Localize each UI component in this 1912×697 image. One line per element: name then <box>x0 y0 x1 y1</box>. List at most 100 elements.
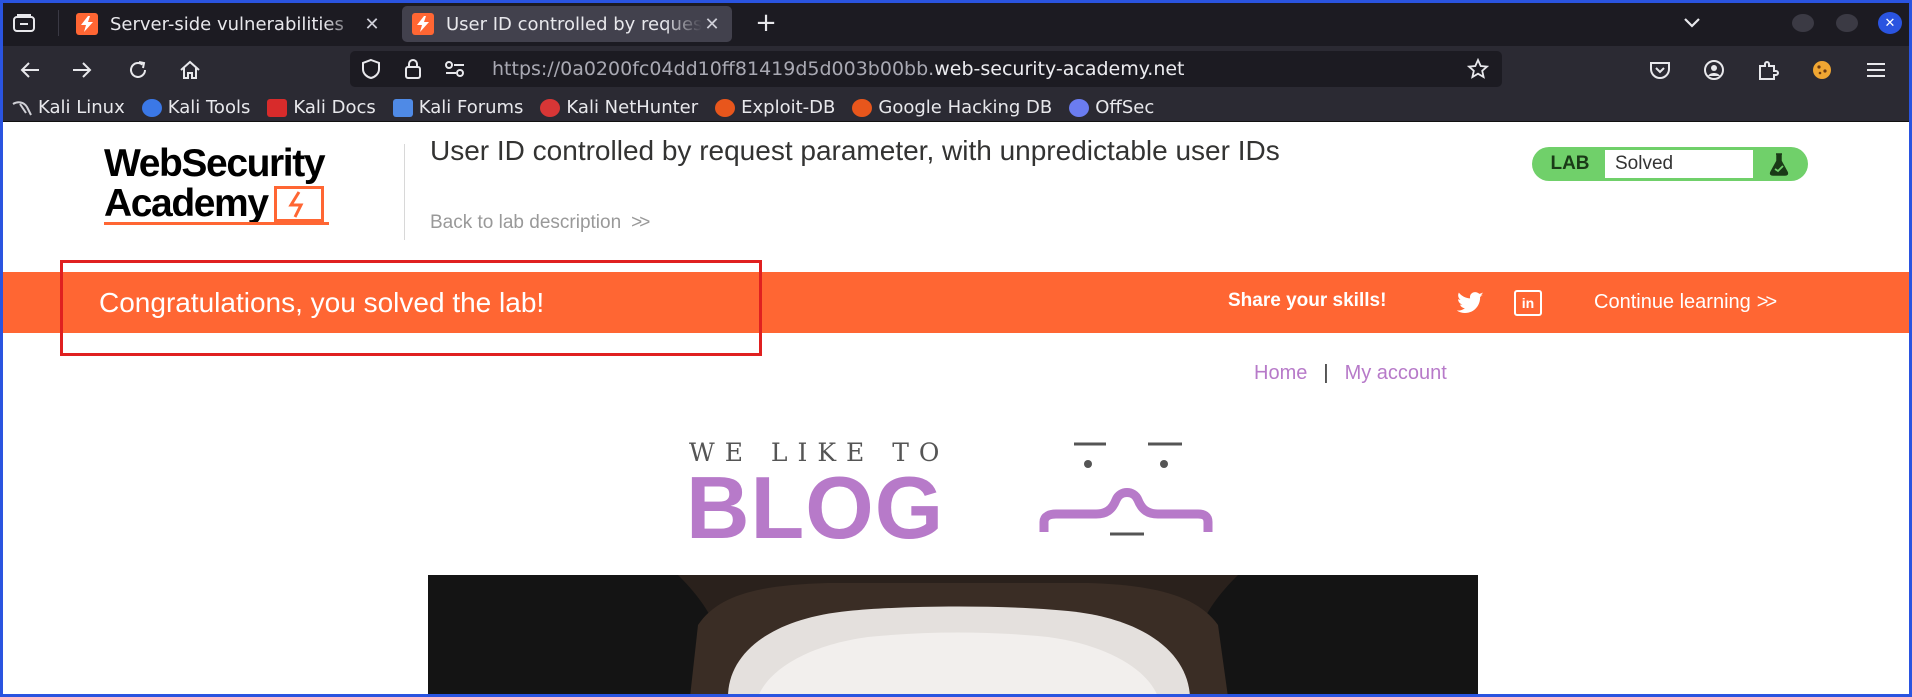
kali-nethunter-icon <box>540 98 561 117</box>
star-icon <box>1467 58 1489 79</box>
double-chevron-right-icon: >> <box>631 212 650 233</box>
bookmark-kali-tools[interactable]: Kali Tools <box>141 97 251 118</box>
kali-dragon-icon <box>12 99 32 117</box>
tab-server-side-vulnerabilities[interactable]: Server-side vulnerabilities ✕ <box>66 6 392 42</box>
forward-button[interactable] <box>66 54 98 86</box>
browser-tab-bar: Server-side vulnerabilities ✕ User ID co… <box>0 0 1912 46</box>
bookmark-kali-linux[interactable]: Kali Linux <box>12 97 125 118</box>
tab-title: User ID controlled by request parameter,… <box>446 13 702 35</box>
share-skills-label: Share your skills! <box>1228 290 1387 311</box>
lab-header: WebSecurity Academy User ID controlled b… <box>0 122 1912 272</box>
close-icon: ✕ <box>1884 15 1896 31</box>
continue-learning-link[interactable]: Continue learning >> <box>1594 291 1777 314</box>
close-tab-icon[interactable]: ✕ <box>362 14 382 35</box>
logo-line-2: Academy <box>104 182 269 225</box>
address-bar[interactable]: https://0a0200fc04dd10ff81419d5d003b00bb… <box>350 51 1502 87</box>
pocket-icon <box>1650 62 1670 79</box>
bookmark-exploit-db[interactable]: Exploit-DB <box>715 97 835 118</box>
bookmark-kali-forums[interactable]: Kali Forums <box>392 97 524 118</box>
url-prefix: https://0a0200fc04dd10ff81419d5d003b00bb… <box>492 58 935 80</box>
back-to-lab-description-link[interactable]: Back to lab description >> <box>430 212 650 234</box>
lab-status-text: Solved <box>1605 150 1753 178</box>
highlight-annotation-box <box>60 260 762 356</box>
twitter-share-icon[interactable] <box>1456 290 1486 316</box>
blog-wordmark: BLOG <box>686 458 945 557</box>
ghdb-icon <box>852 98 873 117</box>
bookmark-label: Kali Tools <box>167 97 251 118</box>
bookmark-offsec[interactable]: OffSec <box>1069 97 1154 118</box>
bookmark-kali-nethunter[interactable]: Kali NetHunter <box>540 97 698 118</box>
puzzle-icon <box>1759 61 1779 80</box>
header-divider <box>404 144 405 240</box>
bookmark-google-hacking-db[interactable]: Google Hacking DB <box>852 97 1052 118</box>
reload-button[interactable] <box>122 54 154 86</box>
chevron-down-icon <box>1684 18 1700 28</box>
tab-title: Server-side vulnerabilities <box>110 13 344 35</box>
reload-icon <box>130 61 146 78</box>
bookmark-kali-docs[interactable]: Kali Docs <box>267 97 376 118</box>
bookmark-label: Kali Forums <box>418 97 524 118</box>
arrow-right-icon <box>73 62 92 78</box>
minimize-window-button[interactable] <box>1792 14 1814 32</box>
bookmark-label: Google Hacking DB <box>878 97 1053 118</box>
site-permissions-icon[interactable] <box>434 51 476 87</box>
bookmark-star-button[interactable] <box>1464 55 1492 83</box>
continue-learning-label: Continue learning <box>1594 291 1751 313</box>
logo-line-1: WebSecurity <box>104 142 326 185</box>
hamburger-menu-icon <box>1867 63 1885 77</box>
account-button[interactable] <box>1698 54 1730 86</box>
portrait-photo <box>428 575 1478 697</box>
web-security-academy-logo[interactable]: WebSecurity Academy <box>104 142 404 225</box>
tracking-protection-icon[interactable] <box>350 51 392 87</box>
back-button[interactable] <box>14 54 46 86</box>
close-window-button[interactable]: ✕ <box>1878 12 1902 34</box>
linkedin-glyph: in <box>1521 295 1535 311</box>
extensions-button[interactable] <box>1752 54 1784 86</box>
exploit-db-icon <box>715 98 736 117</box>
close-tab-icon[interactable]: ✕ <box>702 14 722 35</box>
bookmark-label: Kali NetHunter <box>566 97 699 118</box>
blog-navigation: Home | My account <box>1254 362 1447 385</box>
lab-status-badge: LAB Solved <box>1532 147 1808 181</box>
blog-post-hero-image[interactable] <box>428 575 1478 697</box>
tab-overview-icon <box>13 14 35 32</box>
browser-navigation-bar: https://0a0200fc04dd10ff81419d5d003b00bb… <box>0 46 1912 94</box>
new-tab-button[interactable]: + <box>750 8 782 40</box>
home-link[interactable]: Home <box>1254 362 1307 385</box>
pocket-button[interactable] <box>1644 54 1676 86</box>
list-all-tabs-button[interactable] <box>1672 8 1712 38</box>
logo-underline <box>104 222 329 225</box>
tab-user-id-lab[interactable]: User ID controlled by request parameter,… <box>402 6 732 42</box>
nav-separator: | <box>1323 362 1329 384</box>
lab-badge-label: LAB <box>1550 153 1590 174</box>
bookmark-label: Kali Linux <box>38 97 125 118</box>
burp-favicon-icon <box>412 13 434 35</box>
home-button[interactable] <box>174 54 206 86</box>
logo-line-2-wrapper: Academy <box>104 184 404 224</box>
tab-overview-button[interactable] <box>10 10 38 36</box>
offsec-icon <box>1069 98 1090 117</box>
tab-separator <box>58 10 59 36</box>
burp-favicon-icon <box>76 13 98 35</box>
arrow-left-icon <box>20 62 39 78</box>
maximize-window-button[interactable] <box>1836 14 1858 32</box>
lock-icon[interactable] <box>392 51 434 87</box>
linkedin-share-icon[interactable]: in <box>1514 290 1542 316</box>
bookmark-label: Exploit-DB <box>741 97 836 118</box>
we-like-to-blog-logo: WE LIKE TO BLOG <box>686 438 1226 552</box>
kali-tools-icon <box>141 98 162 117</box>
double-chevron-right-icon: >> <box>1756 291 1777 313</box>
url-text: https://0a0200fc04dd10ff81419d5d003b00bb… <box>492 58 1185 80</box>
home-icon <box>180 60 200 79</box>
bookmark-label: Kali Docs <box>293 97 376 118</box>
logo-bolt-icon <box>273 186 324 222</box>
url-domain: web-security-academy.net <box>934 58 1185 80</box>
kali-forums-icon <box>392 98 413 117</box>
extension-cookie-button[interactable] <box>1806 54 1838 86</box>
bookmark-label: OffSec <box>1095 97 1155 118</box>
my-account-link[interactable]: My account <box>1345 362 1447 385</box>
back-link-label: Back to lab description <box>430 212 622 233</box>
application-menu-button[interactable] <box>1860 54 1892 86</box>
bookmarks-toolbar: Kali Linux Kali Tools Kali Docs Kali For… <box>0 94 1912 122</box>
lab-title: User ID controlled by request parameter,… <box>430 135 1280 166</box>
